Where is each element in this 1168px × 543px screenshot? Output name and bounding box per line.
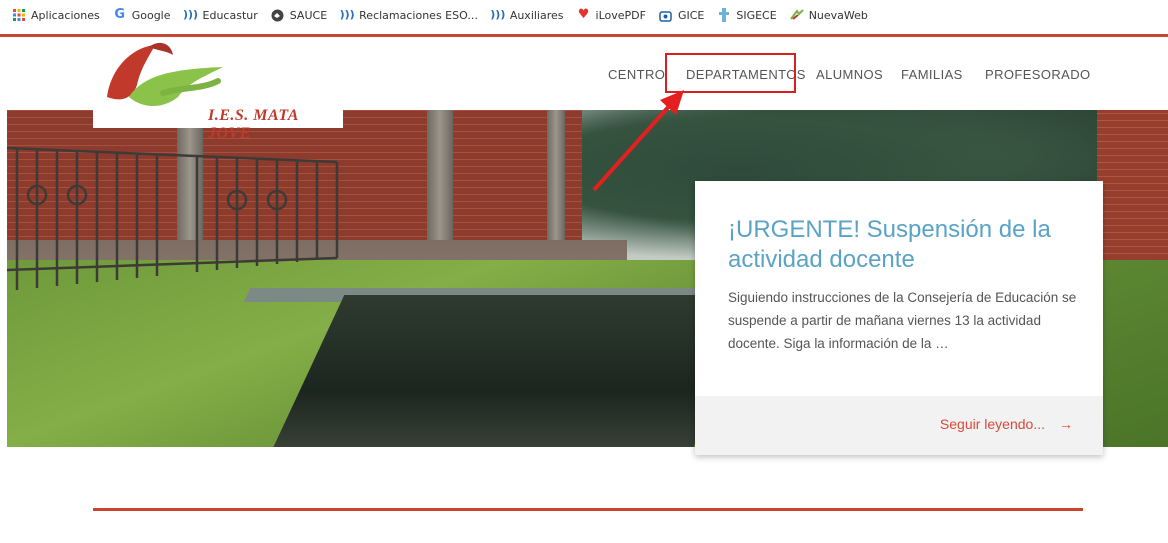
educastur-icon: ))) [182,8,199,21]
bookmark-label: NuevaWeb [808,8,868,22]
nav-item-familias[interactable]: FAMILIAS [901,56,963,94]
post-excerpt: Siguiendo instrucciones de la Consejería… [728,290,1077,351]
bookmark-label: Google [131,8,171,22]
post-title[interactable]: ¡URGENTE! Suspensión de la actividad doc… [728,215,1078,275]
bookmark-label: SAUCE [289,8,328,22]
bookmark-auxiliares[interactable]: ))) Auxiliares [490,8,564,22]
card-footer: Seguir leyendo... → [695,396,1103,455]
auxiliares-icon: ))) [490,8,506,21]
bookmark-sauce[interactable]: SAUCE [271,8,327,22]
gice-icon [659,8,673,22]
bookmark-sigece[interactable]: SIGECE [717,8,777,22]
featured-post-card: ¡URGENTE! Suspensión de la actividad doc… [695,181,1103,455]
bookmark-aplicaciones[interactable]: Aplicaciones [12,8,100,22]
annotation-highlight-box [665,53,796,93]
arrow-right-icon: → [1059,416,1073,432]
google-icon: G [114,7,126,22]
nav-item-alumnos[interactable]: ALUMNOS [816,56,883,94]
bookmark-label: GICE [677,8,705,22]
bookmark-reclamaciones[interactable]: ))) Reclamaciones ESO... [340,8,478,22]
bookmarks-bar: Aplicaciones G Google ))) Educastur SAUC… [0,0,1168,30]
nav-item-centro[interactable]: CENTRO [608,56,665,94]
bookmark-educastur[interactable]: ))) Educastur [182,8,258,22]
sigece-icon [717,8,731,22]
apps-grid-icon [12,8,26,22]
read-more-label: Seguir leyendo... [939,416,1045,432]
bookmark-label: Educastur [202,8,258,22]
read-more-link[interactable]: Seguir leyendo... → [940,416,1073,432]
bookmark-label: Auxiliares [509,8,564,22]
reclamaciones-icon: ))) [339,8,355,21]
bookmark-gice[interactable]: GICE [659,8,704,22]
sauce-icon [271,8,285,22]
bookmark-label: iLovePDF [595,8,646,22]
bookmark-google[interactable]: G Google [113,7,171,22]
ilovepdf-icon: ♥ [577,7,590,22]
bookmark-ilovepdf[interactable]: ♥ iLovePDF [577,8,646,22]
nav-item-profesorado[interactable]: PROFESORADO [985,56,1091,94]
bookmark-label: SIGECE [736,8,777,22]
main-nav: CENTRO DEPARTAMENTOS ALUMNOS FAMILIAS PR… [0,56,1168,96]
bookmark-label: Reclamaciones ESO... [359,8,478,22]
bookmark-label: Aplicaciones [31,8,100,22]
logo-text: I.E.S. MATA JOVE [208,107,298,142]
railing [7,146,339,290]
nuevaweb-icon [789,8,804,22]
bookmark-nuevaweb[interactable]: NuevaWeb [789,8,868,22]
section-divider [93,508,1083,511]
